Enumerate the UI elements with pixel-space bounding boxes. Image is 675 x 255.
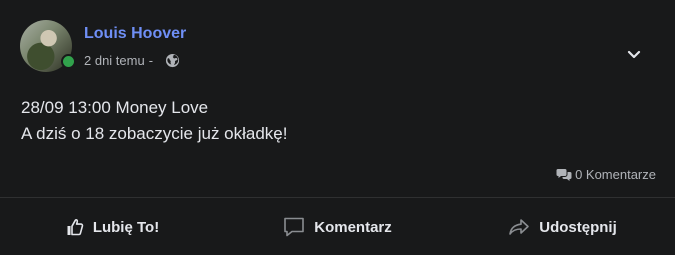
post-meta: 2 dni temu - xyxy=(84,53,180,68)
online-status-dot xyxy=(61,54,76,69)
post-card: Louis Hoover 2 dni temu - 28/09 13:00 Mo… xyxy=(0,0,675,255)
share-arrow-icon xyxy=(509,219,530,235)
thumbs-up-icon xyxy=(67,219,84,236)
post-time[interactable]: 2 dni temu xyxy=(84,53,145,68)
meta-separator: - xyxy=(148,53,154,68)
share-button[interactable]: Udostępnij xyxy=(450,217,675,237)
like-button[interactable]: Lubię To! xyxy=(0,218,225,236)
globe-icon[interactable] xyxy=(165,53,180,68)
post-header: Louis Hoover 2 dni temu - xyxy=(20,20,660,76)
share-button-label: Udostępnij xyxy=(539,218,617,236)
post-actions-bar: Lubię To! Komentarz Udostępnij xyxy=(0,210,675,244)
comments-count-label: 0 Komentarze xyxy=(575,167,656,182)
like-button-label: Lubię To! xyxy=(92,218,160,236)
comment-button[interactable]: Komentarz xyxy=(225,216,450,238)
comment-button-label: Komentarz xyxy=(314,218,392,236)
actions-divider xyxy=(0,197,675,198)
post-text-line: A dziś o 18 zobaczycie już okładkę! xyxy=(21,124,288,143)
post-body: 28/09 13:00 Money Love A dziś o 18 zobac… xyxy=(21,95,287,147)
chevron-down-icon[interactable] xyxy=(624,44,644,64)
post-text-line: 28/09 13:00 Money Love xyxy=(21,98,209,117)
comments-icon xyxy=(556,168,572,181)
avatar-container[interactable] xyxy=(20,20,76,72)
author-name-link[interactable]: Louis Hoover xyxy=(84,25,186,43)
comments-count-link[interactable]: 0 Komentarze xyxy=(556,167,656,182)
comment-bubble-icon xyxy=(284,217,305,237)
